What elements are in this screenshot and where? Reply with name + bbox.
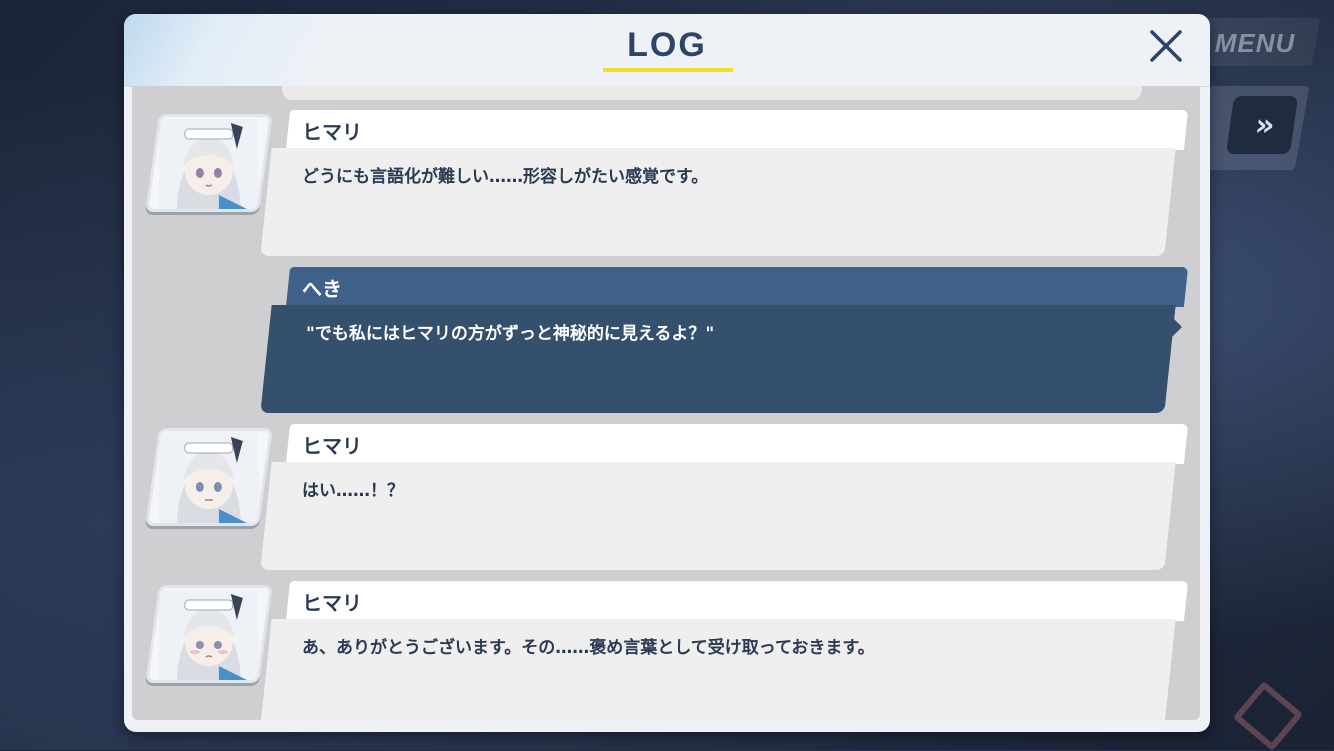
log-header: LOG [124, 14, 1210, 87]
fast-forward-icon: » [1252, 107, 1272, 143]
message-bubble: ヒマリ あ、ありがとうございます。その……褒め言葉として受け取っておきます。 [260, 581, 1189, 720]
speaker-name: ヒマリ [302, 120, 362, 144]
himari-portrait-icon [158, 433, 259, 523]
log-entry: ヒマリ どうにも言語化が難しい……形容しがたい感覚です。 [132, 100, 1200, 256]
himari-portrait-icon [158, 590, 259, 680]
previous-entry-edge [282, 86, 1142, 100]
name-plate [285, 424, 1189, 464]
avatar [145, 585, 273, 683]
speaker-name: ヒマリ [302, 434, 362, 458]
decor-shape [1232, 680, 1304, 751]
himari-portrait-icon [158, 119, 259, 209]
name-plate [285, 581, 1189, 621]
close-icon [1150, 30, 1182, 62]
log-title: LOG [627, 26, 707, 64]
fast-forward-button[interactable]: » [1225, 96, 1299, 154]
name-plate [285, 267, 1189, 307]
message-bubble: ヒマリ はい……！？ [260, 424, 1189, 572]
close-button[interactable] [1144, 24, 1188, 68]
message-bubble: ヒマリ どうにも言語化が難しい……形容しがたい感覚です。 [260, 110, 1189, 258]
message-bubble: へき "でも私にはヒマリの方がずっと神秘的に見えるよ？" [260, 267, 1189, 415]
speaker-name: ヒマリ [302, 591, 362, 615]
avatar [145, 428, 273, 526]
message-text: あ、ありがとうございます。その……褒め言葉として受け取っておきます。 [302, 638, 875, 658]
menu-button[interactable]: MENU [1191, 18, 1321, 66]
log-entry-player: へき "でも私にはヒマリの方がずっと神秘的に見えるよ？" [132, 257, 1200, 413]
name-plate [285, 110, 1189, 150]
log-scroll-area[interactable]: ヒマリ どうにも言語化が難しい……形容しがたい感覚です。 へき "でも私にはヒマ… [132, 86, 1200, 720]
message-text: どうにも言語化が難しい……形容しがたい感覚です。 [302, 167, 709, 187]
avatar [145, 114, 273, 212]
title-underline [603, 68, 733, 72]
log-entry: ヒマリ はい……！？ [132, 414, 1200, 570]
bubble-pointer [1172, 317, 1182, 337]
message-text: はい……！？ [302, 481, 404, 501]
log-entry: ヒマリ あ、ありがとうございます。その……褒め言葉として受け取っておきます。 [132, 571, 1200, 720]
log-panel: LOG ヒマリ どうにも言語化が難しい……形容しがたい感覚です。 へき "でも私… [124, 14, 1210, 732]
menu-label: MENU [1215, 28, 1296, 58]
speaker-name: へき [302, 277, 342, 301]
message-text: "でも私にはヒマリの方がずっと神秘的に見えるよ？" [306, 324, 715, 344]
